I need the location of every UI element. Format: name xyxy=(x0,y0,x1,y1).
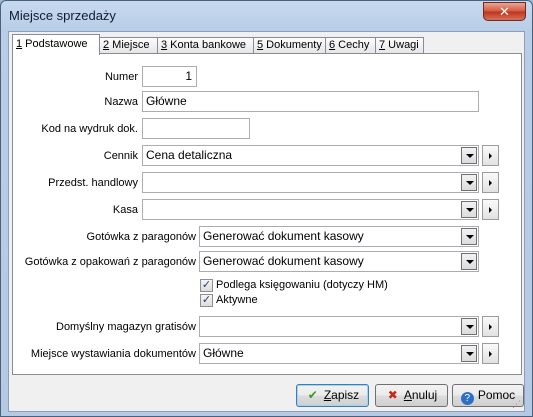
gotowka-paragon-value: Generować dokument kasowy xyxy=(203,229,364,243)
miejsce-select[interactable]: Główne xyxy=(199,343,479,364)
tab-label: Konta bankowe xyxy=(167,39,247,51)
tab-label: Dokumenty xyxy=(263,39,322,51)
help-icon: ? xyxy=(460,392,474,405)
chevron-down-icon[interactable] xyxy=(461,147,477,164)
magazyn-select[interactable] xyxy=(199,316,479,337)
dialog-window: Miejsce sprzedaży ✕ 1 Podstawowe 2 Miejs… xyxy=(0,0,533,417)
window-title: Miejsce sprzedaży xyxy=(9,8,116,23)
podlega-label: Podlega księgowaniu (dotyczy HM) xyxy=(216,279,388,291)
gotowka-opakowan-label: Gotówka z opakowań z paragonów xyxy=(24,256,196,268)
cennik-label: Cennik xyxy=(103,150,138,162)
chevron-down-icon[interactable] xyxy=(461,318,477,335)
cancel-hotkey: A xyxy=(403,388,412,402)
checkmark-icon: ✔ xyxy=(307,388,318,402)
numer-label: Numer xyxy=(104,71,138,83)
gotowka-paragon-select[interactable]: Generować dokument kasowy xyxy=(199,226,479,247)
nazwa-label: Nazwa xyxy=(104,96,138,108)
cross-icon: ✖ xyxy=(387,388,398,402)
client-area: 1 Podstawowe 2 Miejsce 3 Konta bankowe 5… xyxy=(8,31,525,412)
cennik-more-button[interactable] xyxy=(482,145,499,166)
przedst-label: Przedst. handlowy xyxy=(48,177,138,189)
aktywne-checkbox[interactable]: ✓ xyxy=(200,294,213,307)
tab-cechy[interactable]: 6 Cechy xyxy=(325,37,376,54)
chevron-down-icon[interactable] xyxy=(461,228,477,245)
tab-konta-bankowe[interactable]: 3 Konta bankowe xyxy=(157,37,254,54)
tab-panel-podstawowe: Numer 1 Nazwa Główne Kod na wydruk dok. … xyxy=(12,53,522,375)
tab-miejsce[interactable]: 2 Miejsce xyxy=(99,37,158,54)
close-button[interactable]: ✕ xyxy=(483,2,526,21)
chevron-down-icon[interactable] xyxy=(461,253,477,270)
gotowka-opakowan-select[interactable]: Generować dokument kasowy xyxy=(199,251,479,272)
tab-dokumenty[interactable]: 5 Dokumenty xyxy=(253,37,326,54)
kasa-more-button[interactable] xyxy=(482,199,499,220)
przedst-more-button[interactable] xyxy=(482,172,499,193)
kod-field[interactable] xyxy=(142,118,250,139)
chevron-down-icon[interactable] xyxy=(461,201,477,218)
chevron-down-icon[interactable] xyxy=(461,174,477,191)
kasa-select[interactable] xyxy=(142,199,479,220)
kasa-label: Kasa xyxy=(112,204,138,216)
miejsce-label: Miejsce wystawiania dokumentów xyxy=(30,348,196,360)
cancel-label: nuluj xyxy=(411,388,438,402)
tab-label: Cechy xyxy=(335,39,370,51)
cancel-button[interactable]: ✖ Anuluj xyxy=(375,384,448,407)
miejsce-more-button[interactable] xyxy=(482,343,499,364)
przedst-select[interactable] xyxy=(142,172,479,193)
miejsce-value: Główne xyxy=(203,346,244,360)
cennik-select[interactable]: Cena detaliczna xyxy=(142,145,479,166)
save-button[interactable]: ✔ Zapisz xyxy=(296,384,369,407)
tab-label: Podstawowe xyxy=(22,38,88,50)
gotowka-opakowan-value: Generować dokument kasowy xyxy=(203,254,364,268)
tab-podstawowe[interactable]: 1 Podstawowe xyxy=(12,34,100,55)
kod-label: Kod na wydruk dok. xyxy=(41,123,138,135)
title-bar[interactable]: Miejsce sprzedaży ✕ xyxy=(1,1,532,31)
tab-uwagi[interactable]: 7 Uwagi xyxy=(375,37,424,54)
help-label: Pomoc xyxy=(477,388,516,402)
numer-field[interactable]: 1 xyxy=(142,66,197,87)
podlega-checkbox[interactable]: ✓ xyxy=(200,279,213,292)
chevron-down-icon[interactable] xyxy=(461,345,477,362)
save-label: apisz xyxy=(331,388,360,402)
magazyn-more-button[interactable] xyxy=(482,316,499,337)
gotowka-paragon-label: Gotówka z paragonów xyxy=(86,231,196,243)
resize-grip-icon[interactable]: ⋰ xyxy=(512,399,522,409)
tab-label: Uwagi xyxy=(385,39,419,51)
magazyn-label: Domyślny magazyn gratisów xyxy=(56,321,196,333)
nazwa-field[interactable]: Główne xyxy=(142,91,479,112)
tab-label: Miejsce xyxy=(109,39,150,51)
cennik-value: Cena detaliczna xyxy=(146,148,233,162)
aktywne-label: Aktywne xyxy=(216,294,258,306)
